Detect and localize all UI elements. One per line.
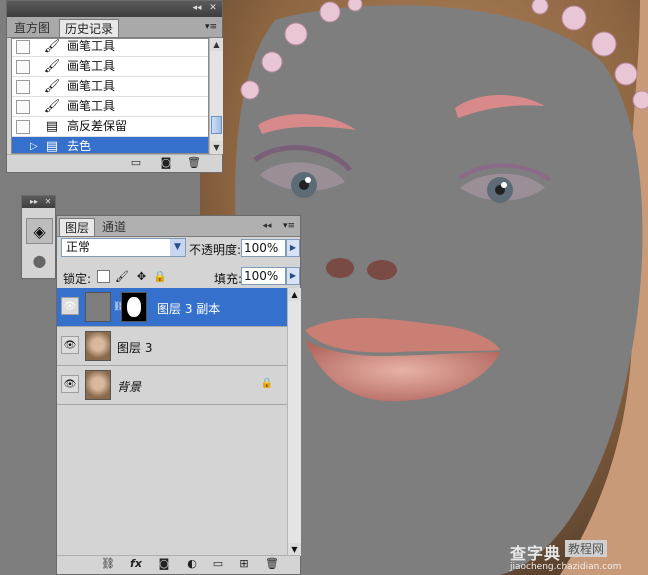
history-source-checkbox[interactable] <box>16 60 30 74</box>
layers-panel: 图层 通道 ◂◂ ▾≡ 正常 ▼ 不透明度: 100% ▶ 锁定: 🖌 ✥ 🔒 … <box>56 215 301 575</box>
layers-scrollbar[interactable]: ▲ ▼ <box>287 288 301 556</box>
layer-name[interactable]: 图层 3 副本 <box>157 300 220 317</box>
lock-position-icon[interactable]: ✥ <box>135 270 148 283</box>
scroll-up-icon[interactable]: ▲ <box>210 38 223 51</box>
history-source-checkbox[interactable] <box>16 40 30 54</box>
layer-row-selected[interactable]: 👁 ⛓ 图层 3 副本 <box>57 288 287 327</box>
mini-panel-titlebar[interactable]: ▸▸ ✕ <box>22 196 55 208</box>
layer-thumbnail[interactable] <box>85 292 111 322</box>
panel-menu-icon[interactable]: ▾≡ <box>202 20 220 34</box>
history-source-checkbox[interactable] <box>16 80 30 94</box>
history-source-checkbox[interactable] <box>16 120 30 134</box>
trash-icon[interactable]: 🗑 <box>265 558 279 570</box>
expand-icon[interactable]: ▸▸ <box>27 196 41 209</box>
layers-list: 👁 ⛓ 图层 3 副本 👁 图层 3 👁 背景 🔒 <box>57 288 287 556</box>
brush-icon: 🖌 <box>43 79 61 94</box>
layer-row-background[interactable]: 👁 背景 🔒 <box>57 366 287 405</box>
chevron-down-icon[interactable]: ▼ <box>170 239 185 256</box>
history-item[interactable]: 🖌 画笔工具 <box>12 57 208 77</box>
history-scrollbar[interactable]: ▲ ▼ <box>209 38 223 154</box>
opacity-field[interactable]: 100% <box>241 239 286 257</box>
history-list: 🖌 画笔工具 🖌 画笔工具 🖌 画笔工具 🖌 画笔工具 ▤ 高反差保留 ▷ ▤ <box>11 38 209 154</box>
lock-brush-icon[interactable]: 🖌 <box>115 270 129 283</box>
visibility-eye-icon[interactable]: 👁 <box>61 297 79 315</box>
scroll-down-icon[interactable]: ▼ <box>210 141 223 154</box>
mask-icon[interactable]: ◙ <box>157 558 171 570</box>
trash-icon[interactable]: 🗑 <box>187 157 201 169</box>
scroll-thumb[interactable] <box>211 116 222 134</box>
watermark-brand: 查字典 <box>510 544 562 563</box>
layer-name[interactable]: 背景 <box>117 378 141 395</box>
tab-history[interactable]: 历史记录 <box>59 19 120 37</box>
tab-channels[interactable]: 通道 <box>97 218 131 236</box>
scroll-up-icon[interactable]: ▲ <box>288 288 301 301</box>
layer-thumbnail[interactable] <box>85 331 111 361</box>
watermark: 查字典 教程网 jiaocheng.chazidian.com <box>510 540 642 572</box>
layer-row[interactable]: 👁 图层 3 <box>57 327 287 366</box>
layers-tabbar: 图层 通道 ◂◂ ▾≡ <box>57 216 300 237</box>
new-layer-icon[interactable]: ⊞ <box>237 558 251 570</box>
new-document-icon[interactable]: ▭ <box>129 157 143 169</box>
layers-panel-icon[interactable]: ◈ <box>26 218 53 244</box>
brush-icon: 🖌 <box>43 39 61 54</box>
blend-mode-select[interactable]: 正常 ▼ <box>61 238 186 257</box>
filter-doc-icon: ▤ <box>45 139 59 154</box>
history-item[interactable]: 🖌 画笔工具 <box>12 39 208 57</box>
lock-label: 锁定: <box>63 272 92 286</box>
history-tabbar: 直方图 历史记录 ▾≡ <box>7 17 222 38</box>
tab-layers[interactable]: 图层 <box>59 218 96 236</box>
history-source-checkbox[interactable] <box>16 100 30 114</box>
lock-all-icon[interactable]: 🔒 <box>153 270 167 283</box>
layer-name[interactable]: 图层 3 <box>117 339 152 356</box>
history-item-label: 画笔工具 <box>67 59 116 73</box>
history-item-label: 画笔工具 <box>67 79 116 93</box>
fill-arrow-icon[interactable]: ▶ <box>286 267 300 285</box>
fill-field[interactable]: 100% <box>241 267 286 285</box>
history-item-label: 画笔工具 <box>67 39 116 53</box>
collapse-icon[interactable]: ◂◂ <box>190 2 204 15</box>
watermark-url: jiaocheng.chazidian.com <box>510 562 622 572</box>
history-panel-titlebar[interactable]: ◂◂ ✕ <box>7 1 222 17</box>
history-item-label: 画笔工具 <box>67 99 116 113</box>
history-state-pointer-icon: ▷ <box>30 141 38 152</box>
channels-panel-icon[interactable]: ● <box>26 248 53 274</box>
tab-histogram[interactable]: 直方图 <box>9 19 55 37</box>
fx-icon[interactable]: fx <box>129 558 143 570</box>
panel-menu-icon[interactable]: ▾≡ <box>280 219 298 233</box>
layer-thumbnail[interactable] <box>85 370 111 400</box>
close-icon[interactable]: ✕ <box>206 2 220 15</box>
snapshot-icon[interactable]: ◙ <box>159 157 173 169</box>
visibility-eye-icon[interactable]: 👁 <box>61 375 79 393</box>
history-item[interactable]: ▤ 高反差保留 <box>12 117 208 137</box>
filter-doc-icon: ▤ <box>45 119 59 134</box>
lock-icon: 🔒 <box>260 378 273 389</box>
history-item-label: 去色 <box>67 139 92 153</box>
link-icon[interactable]: ⛓ <box>101 558 115 570</box>
history-item-label: 高反差保留 <box>67 119 128 133</box>
brush-icon: 🖌 <box>43 99 61 114</box>
lock-transparency-icon[interactable] <box>97 270 110 283</box>
collapse-icon[interactable]: ◂◂ <box>258 219 276 233</box>
brush-icon: 🖌 <box>43 59 61 74</box>
mini-panel-dock: ▸▸ ✕ ◈ ● <box>21 195 56 279</box>
visibility-eye-icon[interactable]: 👁 <box>61 336 79 354</box>
history-panel: ◂◂ ✕ 直方图 历史记录 ▾≡ 🖌 画笔工具 🖌 画笔工具 🖌 画笔工具 🖌 … <box>6 0 223 173</box>
opacity-label: 不透明度: <box>189 243 242 257</box>
history-source-checkbox[interactable] <box>16 140 30 153</box>
history-item[interactable]: 🖌 画笔工具 <box>12 77 208 97</box>
layer-mask-thumbnail[interactable] <box>121 292 147 322</box>
fill-label: 填充: <box>214 272 243 286</box>
opacity-arrow-icon[interactable]: ▶ <box>286 239 300 257</box>
adjustment-icon[interactable]: ◐ <box>185 558 199 570</box>
watermark-tag: 教程网 <box>565 540 608 557</box>
history-bottom-bar: ▭ ◙ 🗑 <box>7 154 222 172</box>
layers-bottom-bar: ⛓ fx ◙ ◐ ▭ ⊞ 🗑 <box>57 555 300 574</box>
blend-mode-value: 正常 <box>66 240 91 254</box>
history-item[interactable]: 🖌 画笔工具 <box>12 97 208 117</box>
history-item-selected[interactable]: ▷ ▤ 去色 <box>12 137 208 154</box>
close-icon[interactable]: ✕ <box>41 196 55 209</box>
group-icon[interactable]: ▭ <box>211 558 225 570</box>
